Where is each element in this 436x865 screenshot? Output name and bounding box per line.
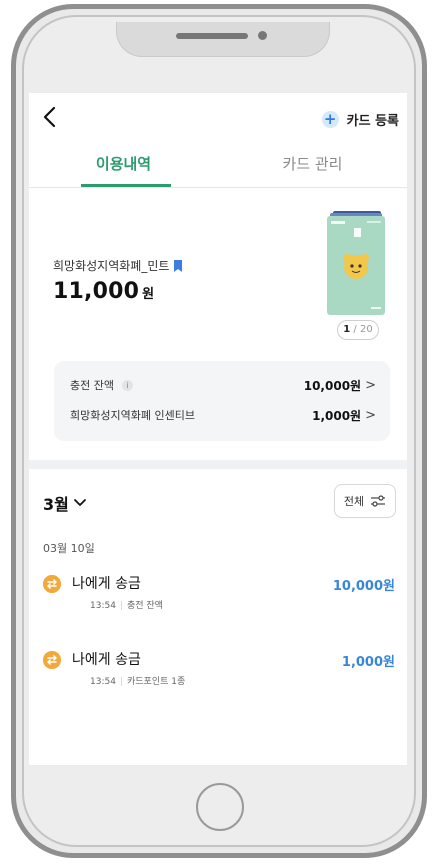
phone-notch (116, 22, 330, 57)
tab-bar: 이용내역 카드 관리 (29, 151, 407, 188)
chevron-left-icon (43, 106, 56, 128)
bookmark-icon[interactable] (173, 259, 183, 272)
active-tab-indicator (81, 184, 171, 187)
transaction-title: 나에게 송금 (72, 652, 141, 668)
card-balance-unit: 원 (142, 287, 155, 302)
tab-card-management[interactable]: 카드 관리 (218, 151, 407, 177)
card-name: 희망화성지역화폐_민트 (53, 259, 170, 273)
filter-label: 전체 (343, 495, 365, 508)
sliders-icon (371, 495, 386, 507)
transfer-icon (43, 575, 61, 593)
charge-balance-label: 충전 잔액 (70, 379, 114, 392)
front-camera (258, 31, 267, 40)
transaction-meta: 13:54 | 카드포인트 1종 (90, 677, 186, 687)
month-selector[interactable]: 3월 (43, 491, 87, 515)
card-balance: 11,000 (53, 279, 140, 304)
transaction-amount: 10,000원 (332, 579, 395, 594)
month-label: 3월 (43, 495, 69, 514)
transaction-time: 13:54 (90, 677, 116, 687)
card-name-row: 희망화성지역화폐_민트 (53, 257, 183, 274)
transaction-title: 나에게 송금 (72, 576, 141, 592)
home-button[interactable] (196, 783, 244, 831)
card-page-indicator: 1 / 20 (337, 320, 379, 340)
chevron-right-icon: > (365, 377, 376, 393)
chevron-down-icon (73, 499, 86, 506)
transaction-row[interactable]: 나에게 송금 13:54 | 카드포인트 1종 1,000원 (43, 648, 399, 688)
plus-icon: + (321, 110, 339, 128)
incentive-value: 1,000원 (312, 408, 362, 423)
card-page-separator: / (353, 324, 357, 335)
section-divider (29, 460, 407, 469)
transaction-detail: 충전 잔액 (126, 601, 163, 611)
card-balance-row: 11,000 원 (53, 279, 154, 304)
transaction-date: 03월 10일 (43, 542, 95, 555)
transaction-meta: 13:54 | 충전 잔액 (90, 601, 163, 611)
transaction-time: 13:54 (90, 601, 116, 611)
chevron-right-icon: > (365, 407, 376, 423)
back-button[interactable] (39, 103, 63, 131)
card-image[interactable] (327, 211, 385, 315)
card-page-total: 20 (359, 324, 373, 335)
filter-button[interactable]: 전체 (334, 484, 396, 518)
transfer-icon (43, 651, 61, 669)
card-page-current: 1 (343, 324, 351, 335)
tab-usage-history[interactable]: 이용내역 (29, 151, 218, 177)
app-header: + 카드 등록 (29, 93, 407, 143)
transaction-detail: 카드포인트 1종 (126, 677, 186, 687)
app-screen: + 카드 등록 이용내역 카드 관리 희망화성지역화폐_민트 11,000 원 … (29, 93, 407, 765)
transaction-row[interactable]: 나에게 송금 13:54 | 충전 잔액 10,000원 (43, 572, 399, 612)
incentive-row[interactable]: 희망화성지역화폐 인센티브 1,000원 > (70, 405, 376, 425)
register-card-label: 카드 등록 (346, 113, 399, 129)
balance-info-box: 충전 잔액 i 10,000원 > 희망화성지역화폐 인센티브 1,000원 > (54, 361, 390, 441)
register-card-button[interactable]: + 카드 등록 (321, 109, 399, 129)
speaker-grille (176, 33, 248, 39)
incentive-label: 희망화성지역화폐 인센티브 (70, 409, 195, 422)
info-icon[interactable]: i (121, 379, 133, 391)
transaction-amount: 1,000원 (341, 655, 395, 670)
charge-balance-row[interactable]: 충전 잔액 i 10,000원 > (70, 375, 376, 395)
charge-balance-value: 10,000원 (303, 378, 362, 393)
